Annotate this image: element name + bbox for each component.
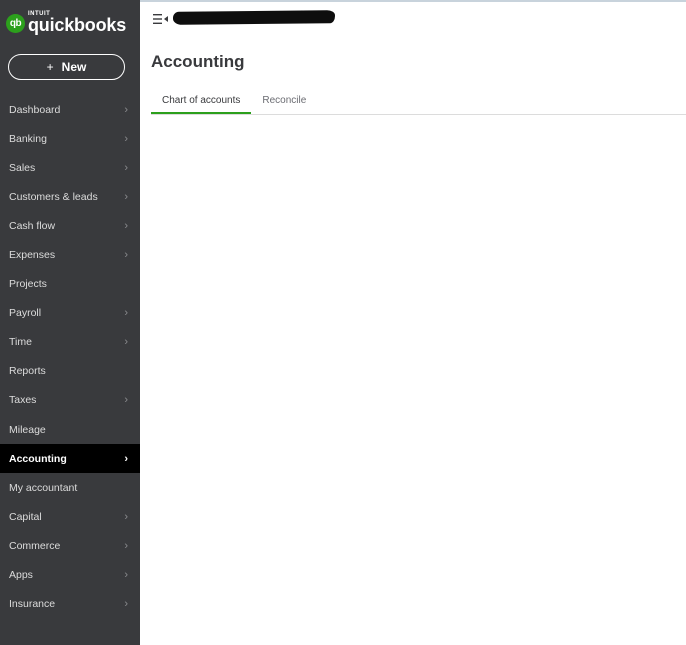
new-button[interactable]: + New <box>8 54 125 80</box>
accounting-tabs: Chart of accounts Reconcile <box>151 90 317 115</box>
chevron-right-icon: › <box>124 190 128 203</box>
sidebar-item-apps[interactable]: Apps › <box>0 561 140 590</box>
sidebar-item-label: Sales <box>9 161 36 174</box>
sidebar-item-label: Payroll <box>9 307 42 320</box>
sidebar-item-label: Mileage <box>9 423 46 436</box>
top-border <box>140 0 686 2</box>
sidebar-item-label: Projects <box>9 278 47 291</box>
tab-chart-of-accounts[interactable]: Chart of accounts <box>151 90 252 115</box>
sidebar-item-label: Expenses <box>9 249 56 262</box>
chevron-right-icon: › <box>124 249 128 262</box>
chevron-right-icon: › <box>124 219 128 232</box>
sidebar-item-expenses[interactable]: Expenses › <box>0 240 140 269</box>
sidebar-item-label: Apps <box>9 569 33 582</box>
chevron-right-icon: › <box>124 452 128 465</box>
brand-wordmark: INTUIT quickbooks <box>28 11 126 34</box>
sidebar-item-my-accountant[interactable]: My accountant <box>0 473 140 502</box>
chevron-right-icon: › <box>124 510 128 523</box>
sidebar-item-customers-and-leads[interactable]: Customers & leads › <box>0 182 140 211</box>
sidebar-item-cash-flow[interactable]: Cash flow › <box>0 211 140 240</box>
quickbooks-logo[interactable]: qb INTUIT quickbooks <box>6 10 126 36</box>
sidebar-item-reports[interactable]: Reports <box>0 357 140 386</box>
sidebar-item-mileage[interactable]: Mileage <box>0 415 140 444</box>
sidebar-item-payroll[interactable]: Payroll › <box>0 299 140 328</box>
sidebar-item-label: Cash flow <box>9 219 56 232</box>
sidebar-item-label: Insurance <box>9 598 56 611</box>
sidebar-item-label: Reports <box>9 365 46 378</box>
sidebar-item-label: Commerce <box>9 539 61 552</box>
sidebar-item-label: Taxes <box>9 394 37 407</box>
sidebar-item-label: Capital <box>9 510 42 523</box>
chevron-right-icon: › <box>124 132 128 145</box>
sidebar-item-label: Dashboard <box>9 103 61 116</box>
sidebar-item-taxes[interactable]: Taxes › <box>0 386 140 415</box>
chevron-right-icon: › <box>124 307 128 320</box>
chevron-right-icon: › <box>124 336 128 349</box>
sidebar: qb INTUIT quickbooks + New Dashboard › Ban… <box>0 0 140 645</box>
sidebar-item-insurance[interactable]: Insurance › <box>0 590 140 619</box>
new-button-label: New <box>61 60 87 74</box>
quickbooks-wordmark: quickbooks <box>28 14 127 35</box>
sidebar-item-capital[interactable]: Capital › <box>0 502 140 531</box>
collapse-menu-icon[interactable] <box>153 12 169 26</box>
sidebar-item-dashboard[interactable]: Dashboard › <box>0 95 140 124</box>
chevron-right-icon: › <box>124 161 128 174</box>
sidebar-item-label: Banking <box>9 132 47 145</box>
chevron-right-icon: › <box>124 103 128 116</box>
tabs-divider <box>151 114 686 115</box>
sidebar-item-label: Time <box>9 336 32 349</box>
sidebar-item-label: Customers & leads <box>9 190 98 203</box>
chevron-right-icon: › <box>124 539 128 552</box>
plus-icon: + <box>46 60 54 74</box>
page-title: Accounting <box>151 52 245 71</box>
sidebar-item-sales[interactable]: Sales › <box>0 153 140 182</box>
sidebar-item-accounting[interactable]: Accounting › <box>0 444 140 474</box>
qb-logo-icon: qb <box>6 13 25 33</box>
chevron-right-icon: › <box>124 598 128 611</box>
sidebar-item-label: My accountant <box>9 481 78 494</box>
tab-reconcile[interactable]: Reconcile <box>251 90 317 115</box>
sidebar-nav: Dashboard › Banking › Sales › Customers & lead… <box>0 95 140 619</box>
sidebar-item-projects[interactable]: Projects <box>0 270 140 299</box>
sidebar-item-commerce[interactable]: Commerce › <box>0 531 140 560</box>
redacted-company-name <box>172 10 336 25</box>
sidebar-item-label: Accounting <box>9 452 67 465</box>
chevron-right-icon: › <box>124 569 128 582</box>
sidebar-item-time[interactable]: Time › <box>0 328 140 357</box>
chevron-right-icon: › <box>124 394 128 407</box>
sidebar-item-banking[interactable]: Banking › <box>0 124 140 153</box>
